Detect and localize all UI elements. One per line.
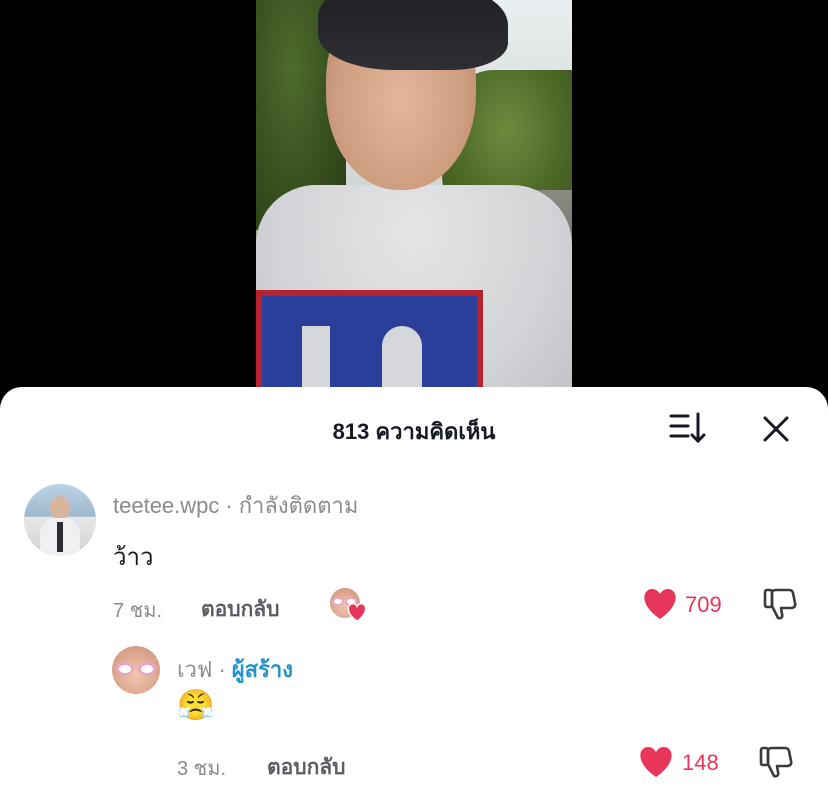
video-player[interactable] xyxy=(256,0,572,400)
like-count: 709 xyxy=(685,592,722,617)
comments-header: 813 ความคิดเห็น xyxy=(0,387,828,467)
comment-time: 7 ชม. xyxy=(113,600,162,622)
reply-username-row: เวฟ · ผู้สร้าง xyxy=(177,652,293,687)
reply-button[interactable]: ตอบกลับ xyxy=(201,593,280,626)
video-shirt-logo xyxy=(256,290,483,400)
comment-username[interactable]: teetee.wpc xyxy=(113,493,219,518)
sort-icon xyxy=(669,412,706,444)
video-hair xyxy=(318,0,508,70)
heart-icon[interactable] xyxy=(638,746,674,778)
close-button[interactable] xyxy=(756,409,796,449)
follow-status: กำลังติดตาม xyxy=(238,493,359,518)
sort-button[interactable] xyxy=(668,411,708,445)
username-separator: · xyxy=(218,657,226,682)
thumbs-down-icon[interactable] xyxy=(762,586,798,622)
avatar[interactable] xyxy=(24,484,96,556)
thumbs-down-icon[interactable] xyxy=(758,744,794,780)
reply-time: 3 ชม. xyxy=(177,758,226,780)
creator-avatar[interactable] xyxy=(112,646,160,694)
comment-text: ว้าว xyxy=(113,544,154,571)
comment-username-row: teetee.wpc · กำลังติดตาม xyxy=(113,488,358,523)
creator-liked-heart-icon xyxy=(347,603,367,622)
reply-username[interactable]: เวฟ xyxy=(177,657,212,682)
username-separator: · xyxy=(225,493,233,518)
comments-sheet: 813 ความคิดเห็น teetee.wpc · กำลังติดตาม… xyxy=(0,387,828,799)
heart-icon[interactable] xyxy=(642,588,678,620)
like-count: 148 xyxy=(682,750,719,775)
reply-text: 😤 xyxy=(177,689,215,722)
creator-badge: ผู้สร้าง xyxy=(231,657,294,682)
close-icon xyxy=(763,416,789,442)
reply-button[interactable]: ตอบกลับ xyxy=(267,751,346,784)
